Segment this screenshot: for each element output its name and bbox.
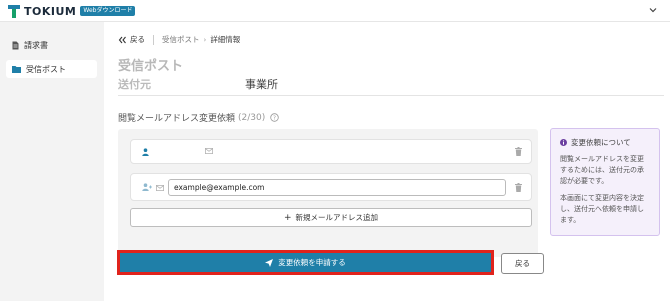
chevron-down-icon[interactable] [648,5,658,15]
section-title-text: 閲覧メールアドレス変更依頼 [118,114,236,124]
sidebar-item-label: 請求書 [24,40,48,50]
breadcrumb-back-label: 戻る [130,35,145,44]
email-row: example@example.com [130,173,532,201]
user-add-icon[interactable] [142,183,152,191]
user-icon [142,148,149,156]
info-text-request: 本画面にて変更内容を決定し、送付元へ依頼を申請します。 [560,194,644,224]
submit-change-request-button[interactable]: 変更依頼を申請する [118,251,493,274]
double-chevron-left-icon [118,36,126,43]
breadcrumb: 戻る 受信ポスト › 詳細情報 [118,34,240,45]
logo-badge: Webダウンロード [80,6,136,16]
chevron-right-icon: › [203,35,207,44]
main-content: 戻る 受信ポスト › 詳細情報 受信ポスト 送付元 事業所 閲覧メールアドレス変… [104,22,670,301]
sidebar-item-inbox[interactable]: 受信ポスト [6,60,97,78]
info-panel: 変更依頼について 閲覧メールアドレスを変更するためには、送付元の承認が必要です。… [550,128,660,236]
tokium-logo-mark-icon [8,4,20,18]
info-text-approval: 閲覧メールアドレスを変更するためには、送付元の承認が必要です。 [560,155,644,185]
section-divider [118,95,664,96]
email-row [130,139,532,164]
mail-icon [205,148,213,154]
mail-icon [156,185,164,191]
sidebar-item-invoices[interactable]: 請求書 [6,36,97,54]
breadcrumb-divider [153,34,154,45]
help-circle-icon[interactable]: ? [270,113,279,122]
email-count: (2/30) [238,112,266,123]
section-title: 閲覧メールアドレス変更依頼 (2/30) ? [118,111,279,124]
email-list-panel: example@example.com + 新規メールアドレス追加 [118,129,538,257]
top-header: TOKIUM Webダウンロード [0,0,670,22]
trash-icon[interactable] [515,183,522,192]
trash-icon[interactable] [515,147,522,156]
sidebar: 請求書 受信ポスト [0,22,104,301]
plus-icon: + [283,212,292,223]
svg-text:?: ? [273,115,276,121]
info-title-text: 変更依頼について [571,138,631,147]
sidebar-item-label: 受信ポスト [26,64,66,74]
info-title: 変更依頼について [560,137,650,148]
folder-icon [12,66,21,73]
breadcrumb-back-link[interactable]: 戻る [118,34,145,45]
tokium-logo[interactable]: TOKIUM Webダウンロード [8,4,136,18]
document-icon [12,41,19,49]
email-input[interactable]: example@example.com [168,179,506,196]
page-title: 受信ポスト [118,59,184,74]
sender-label: 送付元 [118,78,151,91]
breadcrumb-item-inbox[interactable]: 受信ポスト [162,34,200,45]
add-email-button-label: 新規メールアドレス追加 [295,213,379,222]
logo-text: TOKIUM [24,4,77,18]
paper-plane-icon [265,258,274,267]
add-email-button[interactable]: + 新規メールアドレス追加 [130,208,532,227]
sender-value: 事業所 [245,78,278,91]
breadcrumb-item-current: 詳細情報 [210,35,241,44]
back-button[interactable]: 戻る [501,253,544,274]
submit-button-label: 変更依頼を申請する [278,258,346,267]
info-circle-icon [560,139,567,146]
